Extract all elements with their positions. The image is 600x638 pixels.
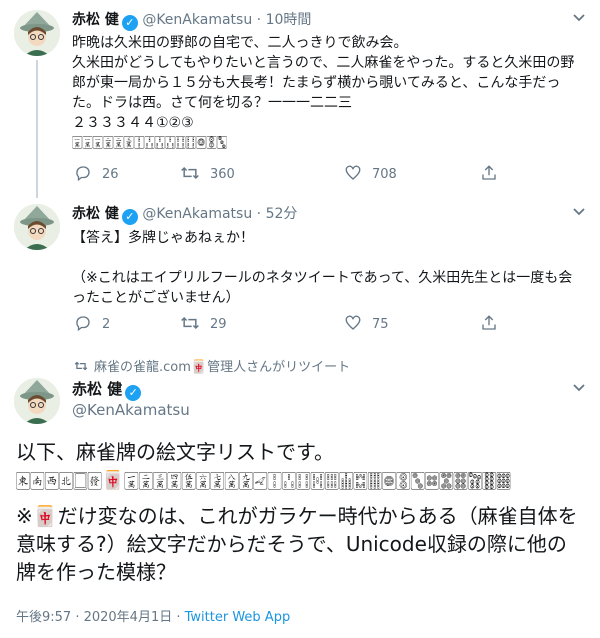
author-name[interactable]: 赤松 健 <box>72 206 119 222</box>
share-icon <box>482 315 496 330</box>
thread-line <box>36 60 38 198</box>
tweet-text: 【答え】多牌じゃあねぇか！ （※これはエイプリルフールのネタツイートであって、久… <box>72 230 573 306</box>
author-name[interactable]: 赤松 健 ✓ <box>72 378 142 401</box>
like-icon <box>345 315 361 330</box>
chevron-down-icon[interactable] <box>572 382 586 397</box>
like-icon <box>345 165 361 180</box>
verified-badge-icon: ✓ <box>121 209 138 225</box>
tweet-text: 昨晩は久米田の野郎の自宅で、二人っきりで飲み会。 久米田がどうしてもやりたいと言… <box>72 35 575 131</box>
note-prefix: ※ <box>16 504 33 528</box>
chevron-down-icon[interactable] <box>572 206 586 221</box>
note-text: だけ変なのは、これがガラケー時代からある（麻雀自体を意味する?）絵文字だからだそ… <box>16 504 578 584</box>
reply-icon <box>76 316 90 332</box>
tweet-time[interactable]: 52分 <box>266 206 298 222</box>
author-handle[interactable]: @KenAkamatsu <box>142 206 252 222</box>
author-handle[interactable]: @KenAkamatsu <box>72 401 190 419</box>
reply-button[interactable]: 26 <box>74 164 119 184</box>
tweet-text-line1: 以下、麻雀牌の絵文字リストです。 <box>16 440 334 464</box>
tweet-header: 赤松 健 ✓ @KenAkamatsu · 52分 <box>72 204 298 225</box>
reply-icon <box>76 166 90 182</box>
retweet-button[interactable]: 360 <box>180 164 235 184</box>
share-icon <box>482 165 496 180</box>
tweet-footer: 午後9:57 · 2020年4月1日 · Twitter Web App <box>16 606 290 625</box>
tweet-1[interactable]: 赤松 健 ✓ @KenAkamatsu · 10時間 昨晩は久米田の野郎の自宅で、… <box>0 0 600 198</box>
reply-count: 26 <box>102 167 119 182</box>
separator: · <box>256 206 262 222</box>
tweet-actions: 2 29 75 <box>72 314 512 334</box>
reply-button[interactable]: 2 <box>74 314 110 334</box>
avatar[interactable] <box>14 204 60 250</box>
retweet-icon <box>181 316 199 330</box>
tweet-note: ※🀄だけ変なのは、これがガラケー時代からある（麻雀自体を意味する?）絵文字だから… <box>16 502 586 586</box>
retweet-icon <box>181 166 199 180</box>
author-handle[interactable]: @KenAkamatsu <box>142 12 252 28</box>
chevron-down-icon[interactable] <box>572 12 586 27</box>
retweet-button[interactable]: 29 <box>180 314 227 334</box>
suit-tiles: 🀇🀈🀉🀊🀋🀌🀍🀎🀏🀐🀑🀒🀓🀔🀕🀖🀗🀘🀙🀚🀛🀜🀝🀞🀟🀠🀡 <box>124 470 511 491</box>
like-button[interactable]: 75 <box>344 314 389 334</box>
share-button[interactable] <box>480 314 508 334</box>
author-name-text: 赤松 健 <box>72 380 123 398</box>
like-count: 708 <box>372 167 397 182</box>
tweet-time[interactable]: 10時間 <box>266 12 312 28</box>
avatar[interactable] <box>14 10 60 56</box>
tweet-2[interactable]: 赤松 健 ✓ @KenAkamatsu · 52分 【答え】多牌じゃあねぇか！ （… <box>0 196 600 346</box>
main-tweet: 赤松 健 ✓ @KenAkamatsu 以下、麻雀牌の絵文字リストです。 🀀🀁🀂🀃… <box>0 374 600 638</box>
timestamp[interactable]: 午後9:57 · 2020年4月1日 · <box>16 610 185 625</box>
mahjong-tiles: 🀇🀇🀇🀈🀈🀉🀑🀒🀒🀒🀓🀓🀙🀚🀛 <box>72 135 228 150</box>
retweeted-by-note[interactable]: 麻雀の雀龍.com🀄管理人さんがリツイート <box>74 356 350 375</box>
verified-badge-icon: ✓ <box>121 15 138 31</box>
retweet-count: 29 <box>210 317 227 332</box>
retweet-count: 360 <box>210 167 235 182</box>
red-dragon-tile: 🀄 <box>101 470 125 491</box>
retweet-icon <box>74 361 88 371</box>
separator: · <box>256 12 262 28</box>
author-name[interactable]: 赤松 健 <box>72 12 119 28</box>
like-count: 75 <box>372 317 389 332</box>
share-button[interactable] <box>480 164 508 184</box>
red-dragon-tile: 🀄 <box>32 504 58 528</box>
tweet-actions: 26 360 708 <box>72 164 512 184</box>
like-button[interactable]: 708 <box>344 164 397 184</box>
honor-tiles: 🀀🀁🀂🀃🀆🀅 <box>16 470 102 491</box>
verified-badge-icon: ✓ <box>125 385 142 401</box>
tweet-header: 赤松 健 ✓ @KenAkamatsu · 10時間 <box>72 10 312 31</box>
mahjong-tile-list: 🀀🀁🀂🀃🀆🀅🀄🀇🀈🀉🀊🀋🀌🀍🀎🀏🀐🀑🀒🀓🀔🀕🀖🀗🀘🀙🀚🀛🀜🀝🀞🀟🀠🀡 <box>16 470 511 491</box>
via-app-link[interactable]: Twitter Web App <box>185 610 291 625</box>
reply-count: 2 <box>102 317 111 332</box>
avatar[interactable] <box>14 378 60 424</box>
retweeted-by-text: 麻雀の雀龍.com🀄管理人さんがリツイート <box>94 360 351 375</box>
